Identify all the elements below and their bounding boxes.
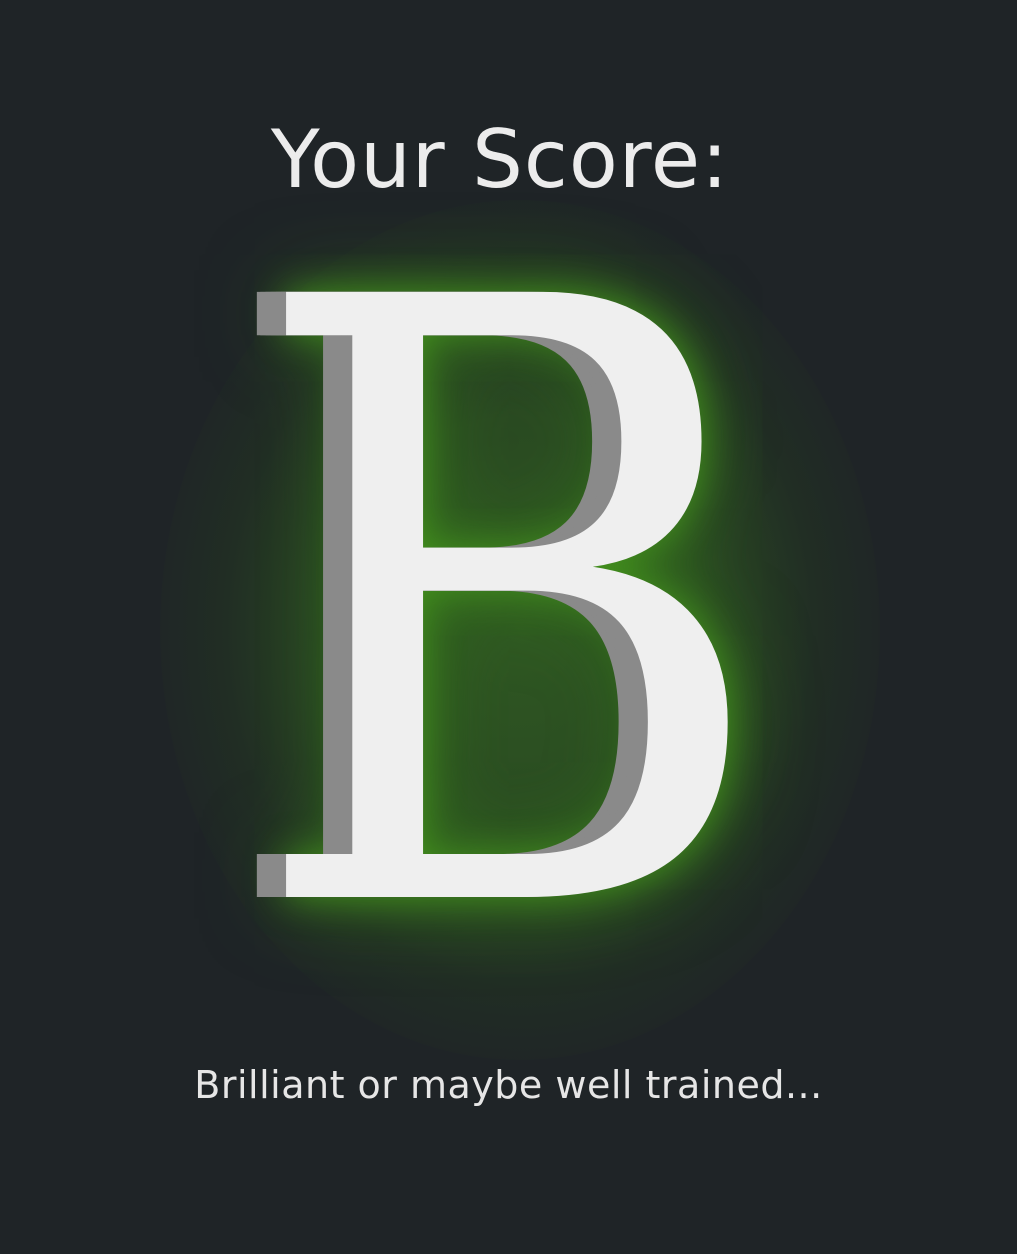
grade-letter: B: [246, 127, 771, 1093]
score-screen: Your Score: B Brilliant or maybe well tr…: [0, 0, 1017, 1254]
score-message: Brilliant or maybe well trained...: [194, 1063, 823, 1107]
grade-display: B: [0, 127, 1017, 1093]
